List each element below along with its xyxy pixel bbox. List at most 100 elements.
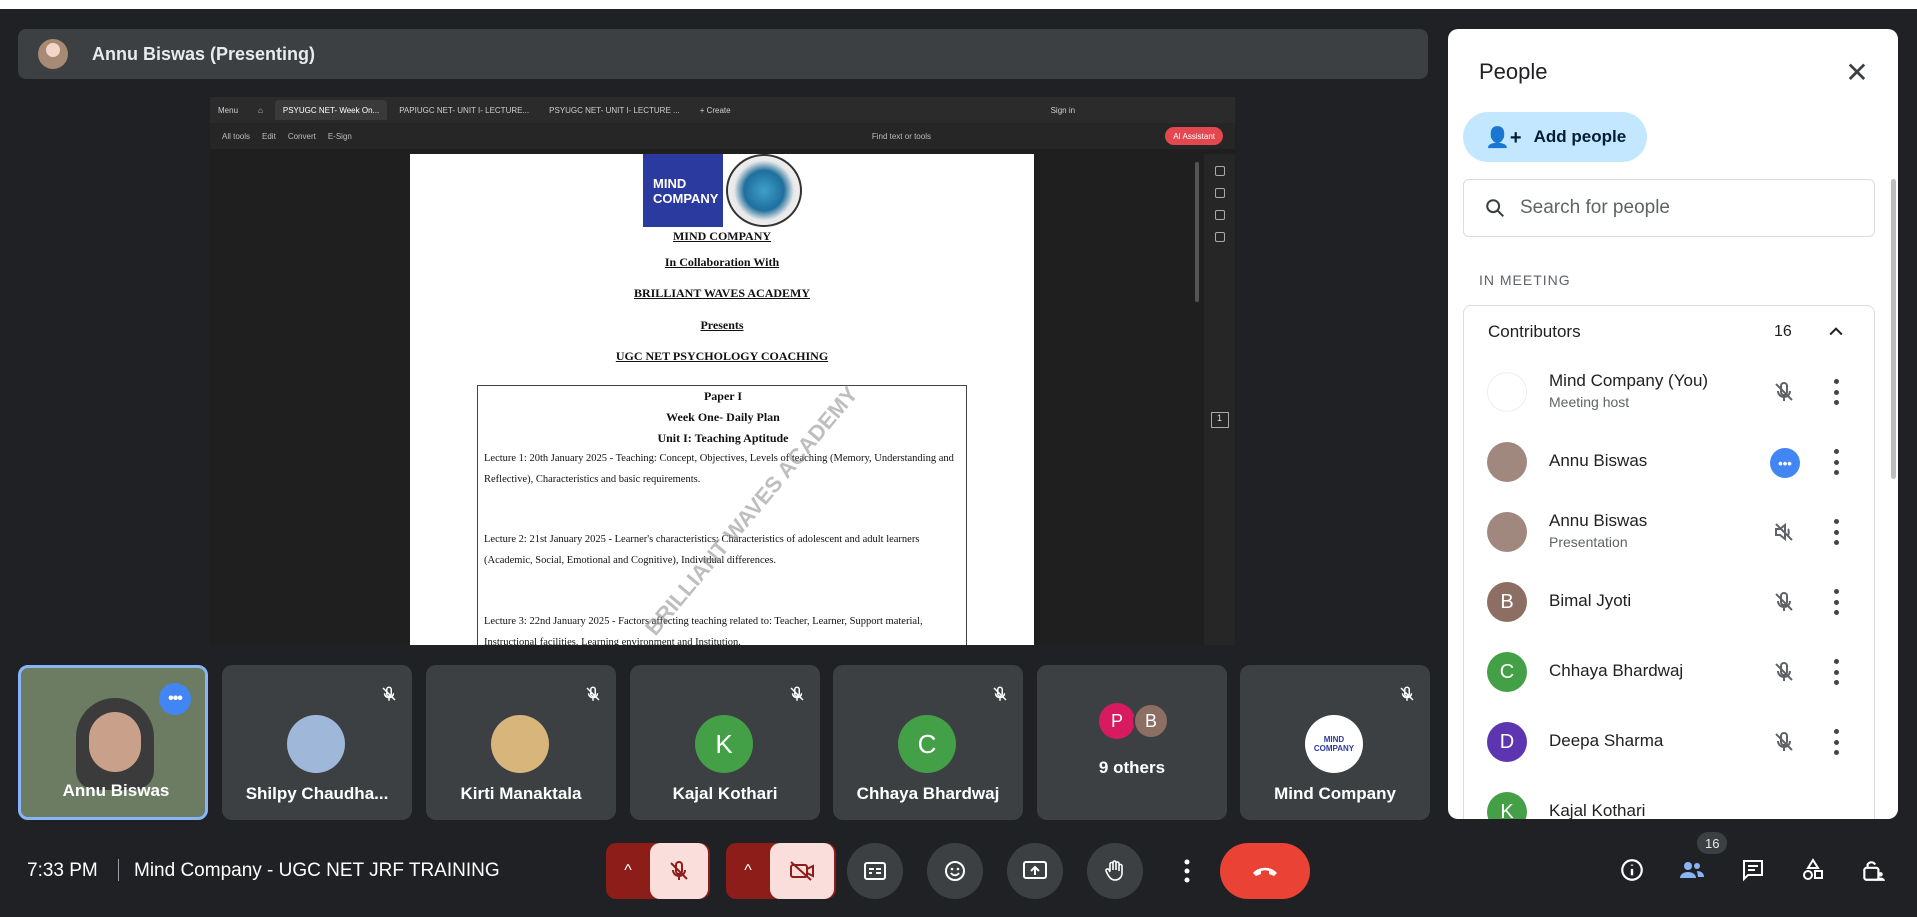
- activities-icon: [1803, 858, 1823, 880]
- add-people-button[interactable]: 👤+ Add people: [1463, 112, 1647, 162]
- volume-off-icon[interactable]: [1772, 520, 1796, 544]
- chat-button[interactable]: [1735, 852, 1771, 888]
- brilliant-waves-logo: [726, 154, 802, 227]
- clock: 7:33 PM: [27, 860, 98, 881]
- attach-icon: [1214, 210, 1225, 220]
- present-button[interactable]: [1007, 843, 1063, 899]
- more-options-icon[interactable]: [1832, 589, 1840, 615]
- mic-off-icon: [382, 686, 396, 701]
- doc-line-5: UGC NET PSYCHOLOGY COACHING: [615, 349, 829, 363]
- tile-name: Kajal Kothari: [672, 784, 778, 803]
- people-button[interactable]: [1674, 852, 1710, 888]
- tile-kajal[interactable]: K Kajal Kothari: [630, 665, 820, 820]
- participant-name: Chhaya Bhardwaj: [1549, 661, 1684, 680]
- tile-avatar: C: [898, 715, 956, 773]
- contributors-label: Contributors: [1488, 321, 1581, 341]
- participant-row[interactable]: Annu Biswas •••: [1464, 427, 1876, 497]
- layers-icon: [1214, 232, 1225, 242]
- more-options-icon[interactable]: [1832, 379, 1840, 405]
- camera-toggle-button[interactable]: [770, 843, 834, 899]
- participant-sub: Meeting host: [1549, 394, 1630, 410]
- close-icon[interactable]: ✕: [1840, 55, 1874, 89]
- more-options-button[interactable]: [1167, 843, 1207, 899]
- top-strip: [0, 0, 1917, 9]
- hang-up-icon: [1253, 867, 1277, 876]
- presenter-avatar: [38, 39, 68, 69]
- info-icon: [1621, 859, 1643, 881]
- doc-tab-2: PAPIUGC NET- UNIT I- LECTURE...: [399, 105, 530, 115]
- participant-row[interactable]: K Kajal Kothari: [1464, 777, 1876, 819]
- activities-button[interactable]: [1795, 852, 1831, 888]
- more-options-icon[interactable]: [1832, 659, 1840, 685]
- participant-list: Mind Company (You) Meeting host Annu Bis…: [1463, 357, 1875, 819]
- search-input[interactable]: Search for people: [1463, 179, 1875, 237]
- doc-line-2: In Collaboration With: [664, 255, 780, 269]
- mic-off-icon[interactable]: [1772, 730, 1796, 754]
- tile-annu-biswas[interactable]: ••• Annu Biswas: [18, 665, 208, 820]
- mic-off-icon[interactable]: [1772, 380, 1796, 404]
- mind-company-logo: MIND COMPANY: [643, 154, 723, 227]
- contributors-count: 16: [1774, 322, 1792, 340]
- logo-text: MIND COMPANY: [653, 175, 719, 206]
- home-icon: ⌂: [258, 105, 263, 115]
- lecture-1: Lecture 1: 20th January 2025 - Teaching:…: [484, 453, 954, 485]
- chevron-up-icon[interactable]: [1826, 322, 1846, 342]
- participant-avatar: [1487, 442, 1527, 482]
- create-tab: + Create: [699, 105, 731, 115]
- participant-row[interactable]: B Bimal Jyoti: [1464, 567, 1876, 637]
- meeting-details-button[interactable]: [1614, 852, 1650, 888]
- participant-row[interactable]: Annu Biswas Presentation: [1464, 497, 1876, 567]
- tile-avatar: [287, 715, 345, 773]
- reactions-button[interactable]: [927, 843, 983, 899]
- participant-row[interactable]: C Chhaya Bhardwaj: [1464, 637, 1876, 707]
- host-controls-button[interactable]: [1855, 852, 1891, 888]
- leave-call-button[interactable]: [1220, 843, 1310, 899]
- people-count-badge: 16: [1697, 832, 1728, 854]
- raise-hand-button[interactable]: [1087, 843, 1143, 899]
- mic-off-icon: [586, 686, 600, 701]
- participant-avatar: K: [1487, 792, 1527, 819]
- mic-toggle-button[interactable]: [650, 843, 708, 899]
- camera-options-chevron-icon[interactable]: ^: [726, 862, 770, 880]
- more-options-icon[interactable]: [1832, 729, 1840, 755]
- participant-avatar: D: [1487, 722, 1527, 762]
- participant-row[interactable]: D Deepa Sharma: [1464, 707, 1876, 777]
- participant-sub: Presentation: [1549, 534, 1628, 550]
- find-text: Find text or tools: [871, 131, 931, 141]
- bookmark-icon: [1214, 188, 1225, 198]
- plan-box: Paper I Week One- Daily Plan Unit I: Tea…: [477, 385, 967, 645]
- presenting-title: Annu Biswas (Presenting): [92, 43, 316, 64]
- more-options-icon[interactable]: [1832, 519, 1840, 545]
- lock-person-icon: [1863, 861, 1885, 881]
- present-icon: [1023, 861, 1047, 879]
- mic-off-icon[interactable]: [1772, 590, 1796, 614]
- tile-shilpy[interactable]: Shilpy Chaudha...: [222, 665, 412, 820]
- mind-company-logo: MIND COMPANY: [1305, 715, 1363, 773]
- panel-scrollbar[interactable]: [1891, 179, 1896, 479]
- participant-name: Mind Company (You): [1549, 371, 1709, 390]
- people-panel: People ✕ 👤+ Add people Search for people…: [1448, 29, 1898, 819]
- doc-scrollbar: [1195, 162, 1199, 302]
- camera-group: ^: [726, 843, 836, 899]
- tile-chhaya[interactable]: C Chhaya Bhardwaj: [833, 665, 1023, 820]
- search-icon: [1486, 199, 1504, 217]
- video-face: [89, 712, 141, 772]
- participant-row[interactable]: Mind Company (You) Meeting host: [1464, 357, 1876, 427]
- lecture-3: Lecture 3: 22nd January 2025 - Factors a…: [484, 616, 923, 645]
- add-person-icon: 👤+: [1485, 126, 1522, 149]
- acrobat-tabbar: Menu ⌂ PSYUGC NET- Week On... PAPIUGC NE…: [210, 97, 1235, 123]
- others-avatar-p: P: [1099, 703, 1135, 739]
- tile-kirti[interactable]: Kirti Manaktala: [426, 665, 616, 820]
- tile-name: Kirti Manaktala: [460, 784, 582, 803]
- tile-name: Shilpy Chaudha...: [245, 784, 389, 803]
- in-meeting-label: IN MEETING: [1479, 272, 1571, 288]
- ai-assistant-button: AI Assistant: [1165, 127, 1223, 145]
- contributors-header[interactable]: Contributors 16: [1463, 305, 1875, 357]
- box-heading-2: Week One- Daily Plan: [666, 410, 780, 424]
- more-options-icon[interactable]: [1832, 449, 1840, 475]
- mic-off-icon[interactable]: [1772, 660, 1796, 684]
- mic-options-chevron-icon[interactable]: ^: [606, 862, 650, 880]
- captions-button[interactable]: [847, 843, 903, 899]
- tile-mind-company[interactable]: MIND COMPANY Mind Company: [1240, 665, 1430, 820]
- tile-others[interactable]: P B 9 others: [1037, 665, 1227, 820]
